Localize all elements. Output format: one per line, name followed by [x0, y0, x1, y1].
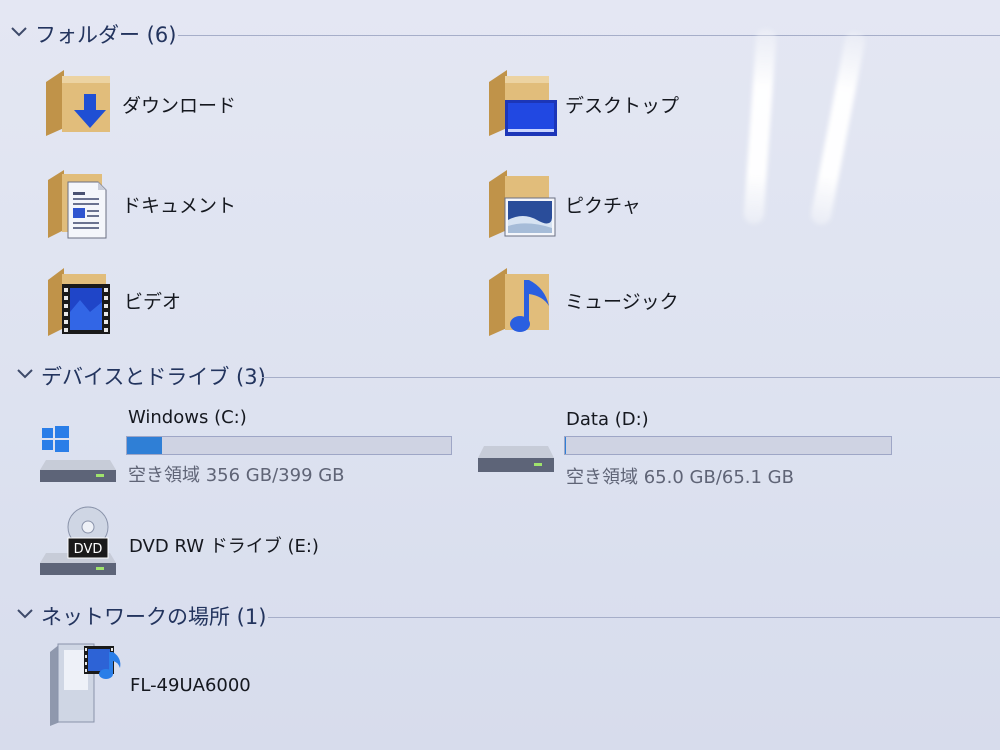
folder-item-documents[interactable]: ドキュメント — [44, 168, 344, 240]
desktop-folder-icon — [489, 70, 557, 136]
folder-item-downloads[interactable]: ダウンロード — [44, 68, 344, 138]
folder-label: ダウンロード — [122, 95, 237, 117]
drive-item-e[interactable]: DVD DVD RW ドライブ (E:) — [40, 505, 460, 585]
drive-usage-bar — [126, 436, 452, 455]
section-header-devices[interactable]: デバイスとドライブ (3) — [0, 359, 1000, 395]
folder-label: ドキュメント — [122, 195, 237, 217]
section-title-network: ネットワークの場所 (1) — [41, 605, 267, 629]
drive-usage-fill — [565, 437, 566, 454]
section-title-devices: デバイスとドライブ (3) — [41, 365, 266, 389]
chevron-down-icon[interactable] — [16, 607, 34, 621]
drive-name: Windows (C:) — [128, 407, 247, 428]
section-header-network[interactable]: ネットワークの場所 (1) — [0, 599, 1000, 635]
folder-label: ミュージック — [565, 291, 679, 313]
folder-item-pictures[interactable]: ピクチャ — [487, 168, 787, 240]
chevron-down-icon[interactable] — [16, 367, 34, 381]
download-folder-icon — [46, 70, 110, 136]
folder-item-videos[interactable]: ビデオ — [44, 266, 344, 338]
folder-item-desktop[interactable]: デスクトップ — [487, 68, 787, 138]
hard-drive-icon — [478, 446, 554, 472]
drive-free-space: 空き領域 356 GB/399 GB — [128, 465, 345, 486]
network-device-name: FL-49UA6000 — [130, 675, 251, 696]
folder-label: ピクチャ — [565, 195, 641, 217]
folder-item-music[interactable]: ミュージック — [487, 266, 787, 338]
section-divider — [178, 35, 1000, 36]
music-folder-icon — [489, 268, 549, 336]
dvd-badge: DVD — [74, 542, 103, 557]
dvd-drive-icon: DVD — [40, 506, 116, 575]
folder-label: ビデオ — [124, 291, 182, 313]
drive-usage-fill — [127, 437, 162, 454]
media-device-icon — [50, 643, 121, 726]
drive-usage-bar — [564, 436, 892, 455]
videos-folder-icon — [48, 268, 110, 336]
screen-glare — [809, 29, 867, 227]
drive-item-c[interactable]: Windows (C:) 空き領域 356 GB/399 GB — [40, 402, 460, 488]
windows-drive-icon — [40, 426, 116, 482]
documents-folder-icon — [48, 170, 107, 239]
section-divider — [262, 377, 1000, 378]
drive-free-space: 空き領域 65.0 GB/65.1 GB — [566, 467, 794, 488]
section-divider — [268, 617, 1000, 618]
drive-name: Data (D:) — [566, 409, 649, 430]
drive-item-d[interactable]: Data (D:) 空き領域 65.0 GB/65.1 GB — [478, 402, 898, 488]
section-title-folders: フォルダー (6) — [35, 23, 177, 47]
drive-name: DVD RW ドライブ (E:) — [129, 536, 319, 557]
folder-label: デスクトップ — [565, 95, 680, 117]
network-item-media-device[interactable]: FL-49UA6000 — [46, 642, 426, 726]
chevron-down-icon[interactable] — [10, 25, 28, 39]
pictures-folder-icon — [489, 170, 556, 238]
